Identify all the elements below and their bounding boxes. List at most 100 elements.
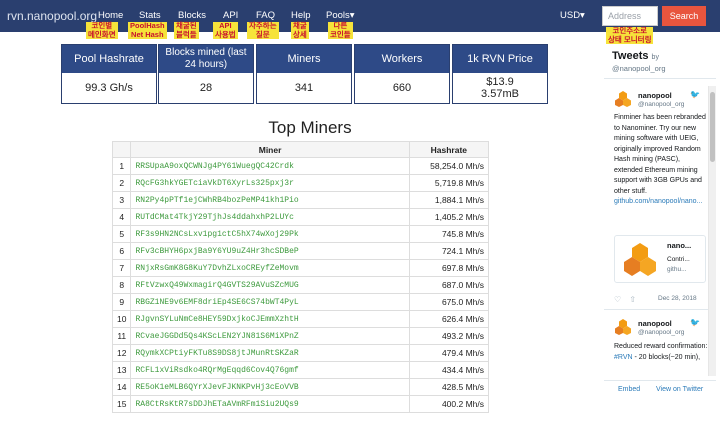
table-row: 13 RCFL1xViRsdko4RQrMgEqqd6Cov4Q76gmf 434.… — [111, 361, 490, 379]
miner-address-link[interactable]: RF3s9HN2NCsLxv1pg1ctC5hX74wXoj29Pk — [130, 225, 410, 243]
stat-card-rvn-price: 1k RVN Price $13.9 3.57mB — [452, 44, 548, 104]
miner-hashrate: 1,405.2 Mh/s — [408, 208, 490, 226]
miner-address-link[interactable]: RNjxRsGmK8G8KuY7DvhZLxoCREyfZeMovm — [130, 259, 410, 277]
miner-hashrate: 1,884.1 Mh/s — [408, 191, 490, 209]
tweet-author-name[interactable]: nanopool — [638, 319, 672, 328]
twitter-scrollbar[interactable] — [708, 86, 716, 376]
miner-rank: 5 — [111, 225, 132, 243]
table-row: 9 RBGZ1NE9v6EMF8driEp4SE6CS74bWT4PyL 675.0… — [111, 293, 490, 311]
card-title: nano... — [667, 241, 692, 250]
nanopool-card-logo-icon — [617, 240, 663, 280]
nav-blocks[interactable]: Blocks — [178, 10, 206, 21]
embed-link[interactable]: Embed — [618, 386, 640, 393]
column-header-hashrate[interactable]: Hashrate — [408, 141, 490, 158]
stat-value: 341 — [294, 82, 314, 94]
table-row: 1 RRSUpaA9oxQCWNJg4PY61WuegQC42Crdk 58,254… — [111, 157, 490, 175]
address-search-input[interactable] — [602, 6, 658, 26]
stat-title: Pool Hashrate — [62, 45, 156, 73]
table-row: 15 RA8CtRsKtR7sDDJhETaAVmRFm1Siu2UQs9 400.… — [111, 395, 490, 413]
like-icon[interactable]: ♡ — [614, 295, 621, 304]
miner-hashrate: 5,719.8 Mh/s — [408, 174, 490, 192]
nav-home[interactable]: Home — [98, 10, 123, 21]
annotation-home: 코인별 메인화면 — [86, 21, 118, 39]
tweet-actions: ♡ ⇧ — [614, 295, 636, 304]
table-header-row: Miner Hashrate — [111, 141, 490, 158]
table-row: 14 RE5oK1eMLB6QYrXJevFJKNKPvHj3cEoVVB 428.… — [111, 378, 490, 396]
tweet-link[interactable]: github.com/nanopool/nano... — [614, 198, 702, 205]
tweet-author-handle[interactable]: @nanopool_org — [638, 329, 684, 336]
table-row: 5 RF3s9HN2NCsLxv1pg1ctC5hX74wXoj29Pk 745.8… — [111, 225, 490, 243]
miner-hashrate: 687.0 Mh/s — [408, 276, 490, 294]
divider — [604, 309, 716, 310]
annotation-api: API 사용법 — [213, 21, 238, 39]
column-header-rank — [111, 141, 132, 158]
tweet-link-card[interactable]: nano... Contri... githu... — [614, 235, 706, 283]
miner-address-link[interactable]: RUTdCMat4TkjY29TjhJs4ddahxhP2LUYc — [130, 208, 410, 226]
miner-address-link[interactable]: RQymkXCPtiyFKTu8S9DS8jtJMunRtSKZaR — [130, 344, 410, 362]
tweet-text: Reduced reward confirmation: #RVN - 20 b… — [614, 343, 708, 361]
stat-value: 28 — [199, 82, 213, 94]
miner-rank: 10 — [111, 310, 132, 328]
twitter-handle-link[interactable]: @nanopool_org — [612, 64, 666, 73]
miner-rank: 2 — [111, 174, 132, 192]
twitter-title: Tweets by — [612, 50, 659, 62]
column-header-miner[interactable]: Miner — [130, 141, 410, 158]
top-miners-table: Miner Hashrate 1 RRSUpaA9oxQCWNJg4PY61Wue… — [111, 141, 490, 413]
annotation-stats: PoolHash Net Hash — [128, 21, 167, 39]
scrollbar-thumb[interactable] — [710, 92, 715, 162]
miner-address-link[interactable]: RN2Py4pPTf1ejCWhRB4bozPeMP41kh1Pio — [130, 191, 410, 209]
currency-select[interactable]: USD▾ — [560, 10, 585, 21]
miner-rank: 7 — [111, 259, 132, 277]
miner-address-link[interactable]: RE5oK1eMLB6QYrXJevFJKNKPvHj3cEoVVB — [130, 378, 410, 396]
twitter-bird-icon[interactable]: 🐦 — [690, 90, 700, 99]
table-row: 11 RCvaeJGGDd5Qs4KScLEN2YJN81S6MiXPnZ 493.… — [111, 327, 490, 345]
annotation-pools: 다른 코인들 — [328, 21, 353, 39]
stat-card-miners: Miners 341 — [256, 44, 352, 104]
nanopool-logo-icon[interactable] — [614, 318, 632, 336]
miner-address-link[interactable]: RCFL1xViRsdko4RQrMgEqqd6Cov4Q76gmf — [130, 361, 410, 379]
view-on-twitter-link[interactable]: View on Twitter — [656, 386, 703, 393]
miner-hashrate: 745.8 Mh/s — [408, 225, 490, 243]
miner-hashrate: 479.4 Mh/s — [408, 344, 490, 362]
table-row: 12 RQymkXCPtiyFKTu8S9DS8jtJMunRtSKZaR 479.… — [111, 344, 490, 362]
brand-logo[interactable]: rvn.nanopool.org — [7, 9, 97, 23]
tweet-date[interactable]: Dec 28, 2018 — [658, 295, 697, 302]
miner-hashrate: 434.4 Mh/s — [408, 361, 490, 379]
miner-address-link[interactable]: RA8CtRsKtR7sDDJhETaAVmRFm1Siu2UQs9 — [130, 395, 410, 413]
miner-address-link[interactable]: RRSUpaA9oxQCWNJg4PY61WuegQC42Crdk — [130, 157, 410, 175]
stat-title: 1k RVN Price — [453, 45, 547, 73]
miner-hashrate: 400.2 Mh/s — [408, 395, 490, 413]
miner-rank: 6 — [111, 242, 132, 260]
tweet-author-name[interactable]: nanopool — [638, 91, 672, 100]
miner-address-link[interactable]: RQcFG3hkYGETciaVkDT6XyrLs325pxj3r — [130, 174, 410, 192]
stat-title: Workers — [355, 45, 449, 73]
miner-rank: 12 — [111, 344, 132, 362]
nav-pools-dropdown[interactable]: Pools▾ — [326, 10, 355, 21]
annotation-address: 코인주소로 상태 모니터링 — [606, 26, 654, 44]
table-row: 4 RUTdCMat4TkjY29TjhJs4ddahxhP2LUYc 1,405.… — [111, 208, 490, 226]
miner-rank: 15 — [111, 395, 132, 413]
miner-rank: 14 — [111, 378, 132, 396]
hashtag-link[interactable]: #RVN — [614, 354, 633, 361]
miner-address-link[interactable]: RCvaeJGGDd5Qs4KScLEN2YJN81S6MiXPnZ — [130, 327, 410, 345]
miner-address-link[interactable]: RFv3cBHYH6pxjBa9Y6YU9uZ4Hr3hcSDBeP — [130, 242, 410, 260]
tweet-text: Finminer has been rebranded to Nanominer… — [614, 114, 706, 205]
miner-address-link[interactable]: RJgvnSYLuNmCe8HEY59DxjkoCJEmmXzhtH — [130, 310, 410, 328]
miner-rank: 11 — [111, 327, 132, 345]
miner-address-link[interactable]: RBGZ1NE9v6EMF8driEp4SE6CS74bWT4PyL — [130, 293, 410, 311]
nav-faq[interactable]: FAQ — [256, 10, 275, 21]
miner-address-link[interactable]: RFtVzwxQ49WxmagirQ4GVTS29AVuSZcMUG — [130, 276, 410, 294]
tweet-author-handle[interactable]: @nanopool_org — [638, 101, 684, 108]
twitter-bird-icon[interactable]: 🐦 — [690, 318, 700, 327]
search-button[interactable]: Search — [662, 6, 706, 26]
share-icon[interactable]: ⇧ — [629, 295, 636, 304]
stat-title: Miners — [257, 45, 351, 73]
nav-stats[interactable]: Stats — [139, 10, 161, 21]
miner-hashrate: 493.2 Mh/s — [408, 327, 490, 345]
nav-api[interactable]: API — [223, 10, 238, 21]
nanopool-logo-icon[interactable] — [614, 90, 632, 108]
nav-help[interactable]: Help — [291, 10, 311, 21]
miner-hashrate: 428.5 Mh/s — [408, 378, 490, 396]
card-description: Contri... githu... — [667, 256, 690, 273]
miner-rank: 4 — [111, 208, 132, 226]
